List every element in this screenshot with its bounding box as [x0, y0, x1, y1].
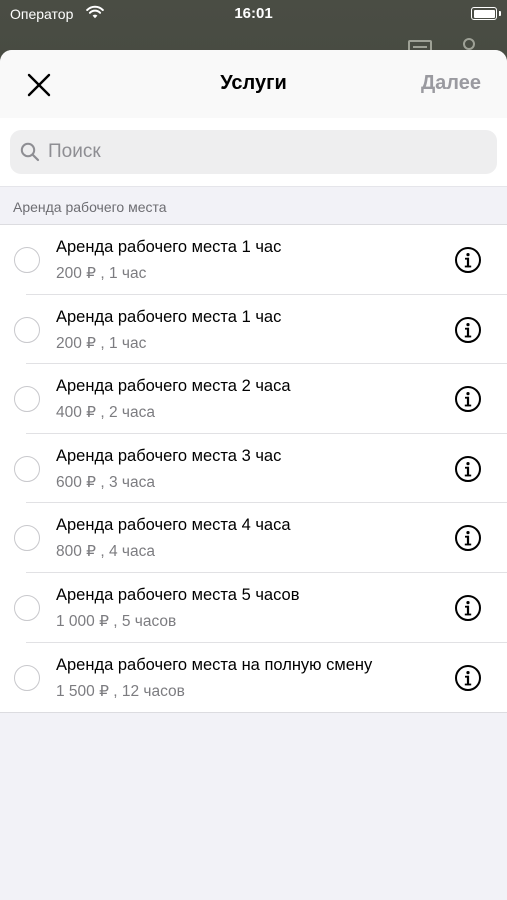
service-price-duration: 200 ₽ , 1 час — [56, 265, 147, 282]
service-price-duration: 600 ₽ , 3 часа — [56, 473, 155, 491]
search-input[interactable] — [48, 130, 468, 174]
radio-button[interactable] — [14, 525, 40, 552]
clock: 16:01 — [234, 5, 273, 22]
service-title: Аренда рабочего места 1 час — [56, 238, 282, 256]
info-icon[interactable] — [454, 455, 482, 483]
status-bar: Оператор 16:01 — [0, 0, 507, 30]
service-price-duration: 1 500 ₽ , 12 часов — [56, 682, 185, 700]
pin-icon — [463, 38, 475, 50]
services-sheet: Услуги Далее Аренда рабочего места Аренд… — [0, 50, 507, 900]
services-list: Аренда рабочего места 1 час 200 ₽ , 1 час… — [0, 224, 507, 714]
list-item[interactable]: Аренда рабочего места 2 часа 400 ₽ , 2 ча… — [0, 364, 507, 434]
service-title: Аренда рабочего места 2 часа — [56, 377, 291, 396]
list-item[interactable]: Аренда рабочего места 1 час 200 ₽ , 1 час — [0, 295, 507, 365]
list-item[interactable]: Аренда рабочего места на полную смену 1 5… — [0, 643, 507, 713]
service-title: Аренда рабочего места 3 час — [56, 446, 282, 465]
info-icon[interactable] — [454, 594, 482, 622]
list-item[interactable]: Аренда рабочего места 5 часов 1 000 ₽ , 5… — [0, 573, 507, 643]
service-price-duration: 400 ₽ , 2 часа — [56, 404, 155, 422]
info-icon[interactable] — [454, 524, 482, 552]
search-icon — [20, 142, 40, 162]
battery-icon — [471, 7, 501, 20]
radio-button[interactable] — [14, 455, 40, 482]
service-title: Аренда рабочего места 5 часов — [56, 585, 300, 604]
search-bar — [0, 118, 507, 186]
service-title: Аренда рабочего места на полную смену — [56, 655, 373, 674]
service-price-duration: 1 000 ₽ , 5 часов — [56, 612, 177, 630]
info-icon[interactable] — [454, 316, 482, 344]
service-price-duration: 800 ₽ , 4 часа — [56, 543, 155, 561]
radio-button[interactable] — [14, 316, 40, 343]
list-item[interactable]: Аренда рабочего места 3 час 600 ₽ , 3 час… — [0, 434, 507, 504]
info-icon[interactable] — [454, 664, 482, 692]
service-price-duration: 200 ₽ , 1 час — [56, 334, 147, 352]
list-item[interactable]: Аренда рабочего места 1 час 200 ₽ , 1 час — [0, 225, 507, 295]
search-field[interactable] — [10, 130, 497, 174]
next-button[interactable]: Далее — [421, 72, 481, 95]
info-icon[interactable] — [454, 246, 482, 274]
list-item[interactable]: Аренда рабочего места 4 часа 800 ₽ , 4 ча… — [0, 503, 507, 573]
navigation-bar: Услуги Далее — [0, 50, 507, 118]
service-title: Аренда рабочего места 4 часа — [56, 516, 291, 535]
radio-button[interactable] — [14, 594, 40, 621]
radio-button[interactable] — [14, 386, 40, 413]
section-header: Аренда рабочего места — [0, 186, 507, 224]
radio-button[interactable] — [14, 664, 40, 691]
radio-button[interactable] — [14, 247, 40, 273]
service-title: Аренда рабочего места 1 час — [56, 307, 282, 326]
info-icon[interactable] — [454, 385, 482, 413]
